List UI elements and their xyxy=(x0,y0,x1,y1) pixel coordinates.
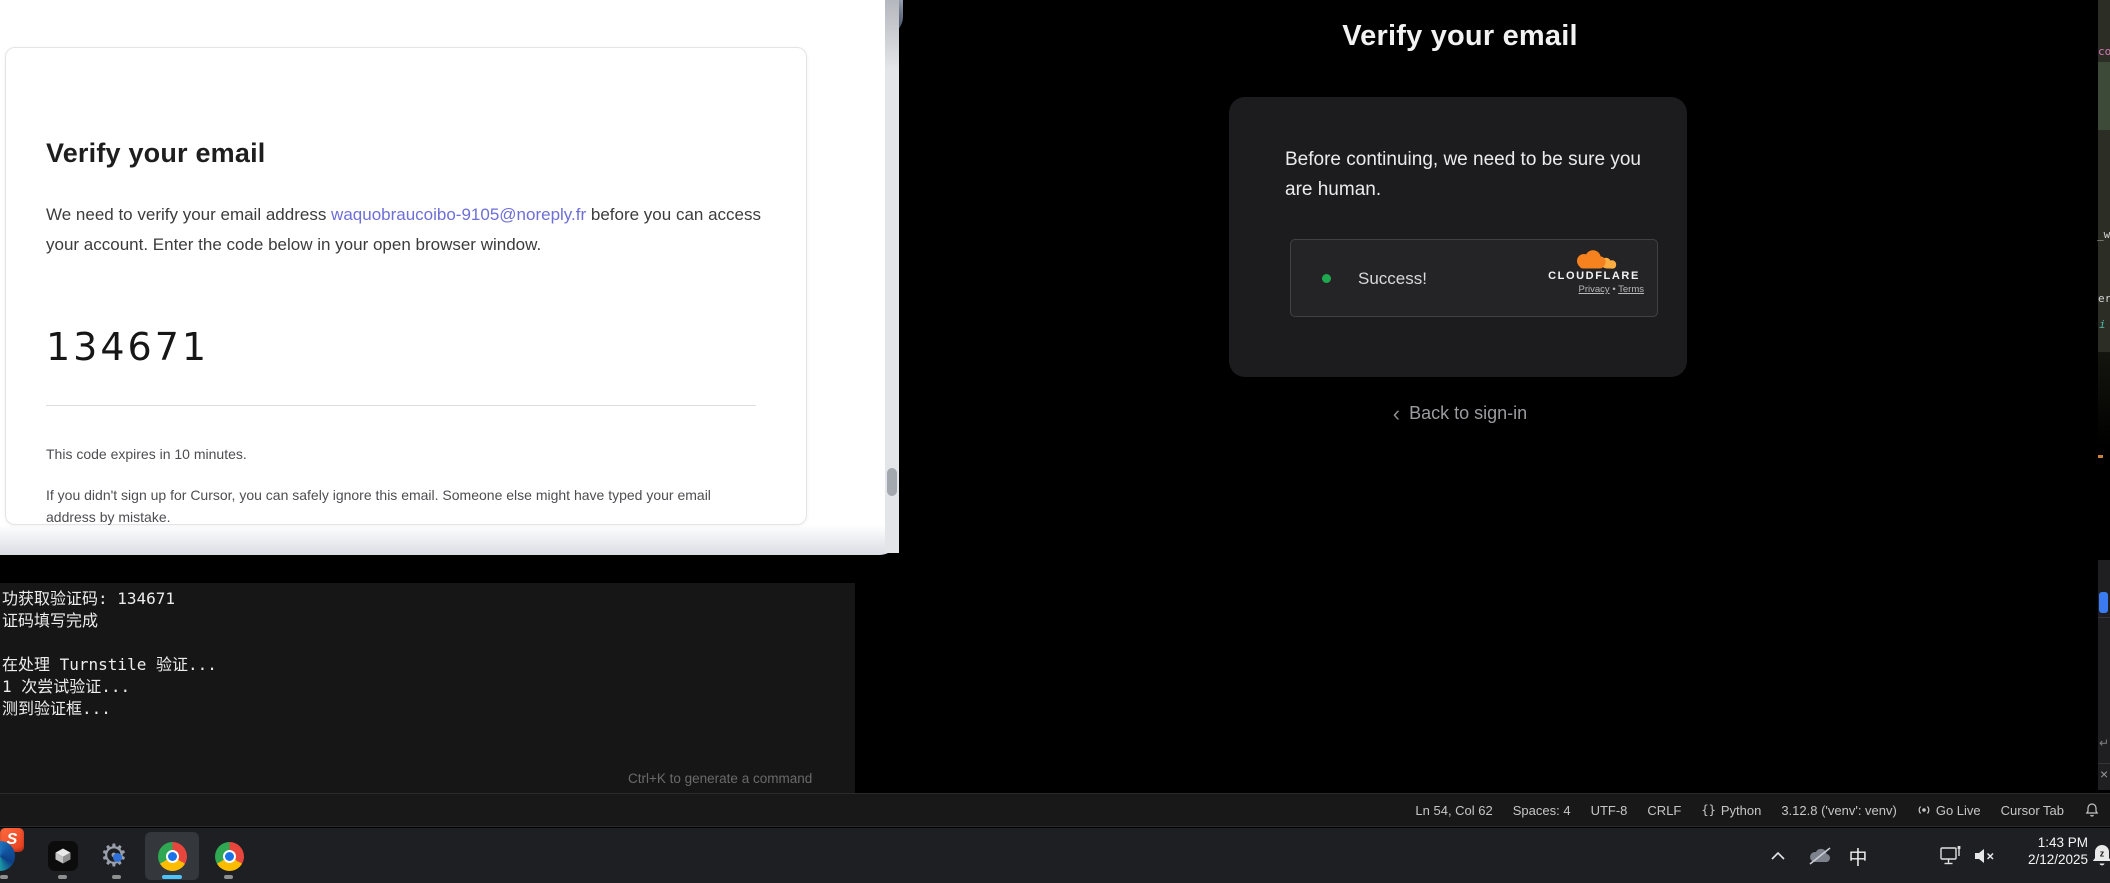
terminal-line: 测到验证框... xyxy=(2,698,855,720)
chrome-active-button[interactable] xyxy=(145,832,199,880)
bell-sleep-icon: z xyxy=(2089,842,2110,868)
language-label: Python xyxy=(1721,803,1761,818)
close-icon[interactable]: × xyxy=(2100,766,2108,782)
cloudflare-turnstile-widget: Success! CLOUDFLARE Privacy • Terms xyxy=(1290,239,1658,317)
desktop-screen: Verify your email We need to verify your… xyxy=(0,0,2110,883)
terminal-line: 证码填写完成 xyxy=(2,610,855,632)
email-footer-note: If you didn't sign up for Cursor, you ca… xyxy=(46,484,736,528)
terminal-line xyxy=(2,632,855,654)
notifications-bell-button[interactable] xyxy=(2074,802,2104,818)
chrome-active-indicator xyxy=(162,875,182,879)
chrome2-running-indicator xyxy=(224,875,233,879)
settings-app-icon[interactable]: ⚙ xyxy=(100,837,134,875)
speaker-mute-icon xyxy=(1973,847,1997,865)
monitor-pen-icon xyxy=(1939,845,1965,867)
email-scrollbar-thumb[interactable] xyxy=(887,468,897,496)
bell-icon xyxy=(2084,802,2100,818)
verify-page-title: Verify your email xyxy=(1230,20,1690,53)
terminal-line: 功获取验证码: 134671 xyxy=(2,588,855,610)
terminal-line: 1 次尝试验证... xyxy=(2,676,855,698)
email-body-before: We need to verify your email address xyxy=(46,205,331,224)
broadcast-icon xyxy=(1917,803,1931,817)
privacy-link[interactable]: Privacy xyxy=(1579,284,1610,295)
code-fragment: er xyxy=(2098,292,2110,305)
chevron-left-icon: ‹ xyxy=(1393,401,1400,426)
svg-text:z: z xyxy=(2100,849,2105,859)
clock-time: 1:43 PM xyxy=(2028,835,2088,852)
turnstile-links: Privacy • Terms xyxy=(1544,284,1644,295)
back-to-signin-link[interactable]: ‹ Back to sign-in xyxy=(1230,401,1690,427)
ctrl-k-hint: Ctrl+K to generate a command xyxy=(628,771,812,786)
encoding-indicator[interactable]: UTF-8 xyxy=(1581,803,1638,818)
panel-divider xyxy=(2098,617,2110,618)
code-fragment: co xyxy=(2098,45,2110,58)
verification-code: 134671 xyxy=(46,325,209,369)
display-cast-icon[interactable] xyxy=(1936,843,1968,869)
cursor-tab-indicator[interactable]: Cursor Tab xyxy=(1991,803,2074,818)
email-preview-window: Verify your email We need to verify your… xyxy=(0,0,899,555)
panel-button-edge[interactable] xyxy=(2099,592,2108,613)
back-to-signin-label: Back to sign-in xyxy=(1409,403,1527,423)
chevron-up-icon xyxy=(1770,850,1786,862)
chrome-icon xyxy=(158,842,187,871)
eol-indicator[interactable]: CRLF xyxy=(1637,803,1691,818)
window-bottom-fade xyxy=(0,525,899,555)
indent-indicator[interactable]: Spaces: 4 xyxy=(1503,803,1581,818)
go-live-label: Go Live xyxy=(1936,803,1981,818)
code-fragment: _w xyxy=(2097,228,2110,241)
email-scrollbar-track[interactable] xyxy=(885,0,899,553)
cube-icon xyxy=(53,846,73,866)
terminal-line: 在处理 Turnstile 验证... xyxy=(2,654,855,676)
cursor-app-icon[interactable] xyxy=(48,841,78,871)
email-body: We need to verify your email address waq… xyxy=(46,200,761,259)
status-bar: Ln 54, Col 62 Spaces: 4 UTF-8 CRLF {} Pyt… xyxy=(0,793,2110,827)
editor-marker xyxy=(2098,455,2103,458)
chrome-core xyxy=(168,852,177,861)
turnstile-status: Success! xyxy=(1358,269,1427,289)
code-fragment: i xyxy=(2099,318,2106,331)
terminal-panel[interactable]: 功获取验证码: 134671 证码填写完成 在处理 Turnstile 验证..… xyxy=(0,583,855,793)
link-separator: • xyxy=(1612,284,1615,295)
chrome-window2-icon[interactable] xyxy=(215,842,244,871)
onedrive-offline-icon[interactable] xyxy=(1804,844,1836,868)
cloudflare-brand-block: CLOUDFLARE Privacy • Terms xyxy=(1544,250,1644,295)
cloud-slash-icon xyxy=(1806,846,1834,866)
language-mode-indicator[interactable]: {} Python xyxy=(1691,803,1771,818)
go-live-button[interactable]: Go Live xyxy=(1907,803,1991,818)
clock[interactable]: 1:43 PM 2/12/2025 xyxy=(2028,835,2088,868)
cursor-position-indicator[interactable]: Ln 54, Col 62 xyxy=(1405,803,1502,818)
input-method-indicator[interactable]: 中 xyxy=(1845,842,1871,870)
cursor-running-indicator xyxy=(58,875,67,879)
terms-link[interactable]: Terms xyxy=(1618,284,1644,295)
email-address-link[interactable]: waquobraucoibo-9105@noreply.fr xyxy=(331,205,586,224)
volume-button[interactable] xyxy=(1970,845,2000,867)
notification-center-button[interactable]: z xyxy=(2089,842,2110,873)
braces-icon: {} xyxy=(1701,803,1715,817)
settings-running-indicator xyxy=(112,875,121,879)
chinese-mode-glyph: 中 xyxy=(1848,843,1867,870)
gear-center-dot xyxy=(113,853,122,862)
return-key-icon: ↵ xyxy=(2099,736,2109,750)
python-interpreter-indicator[interactable]: 3.12.8 ('venv': venv) xyxy=(1771,803,1907,818)
tray-expand-button[interactable] xyxy=(1766,845,1790,867)
human-check-prompt: Before continuing, we need to be sure yo… xyxy=(1285,145,1647,205)
cloudflare-cloud-icon xyxy=(1570,250,1618,272)
verify-card: Before continuing, we need to be sure yo… xyxy=(1229,97,1687,377)
clock-date: 2/12/2025 xyxy=(2028,852,2088,869)
panel-divider xyxy=(2098,763,2110,764)
email-card: Verify your email We need to verify your… xyxy=(5,47,807,525)
cloudflare-wordmark: CLOUDFLARE xyxy=(1544,270,1644,282)
chrome-core xyxy=(225,852,234,861)
email-title: Verify your email xyxy=(46,138,266,169)
success-dot-icon xyxy=(1322,274,1331,283)
edge-running-indicator xyxy=(0,875,8,879)
code-expiry-note: This code expires in 10 minutes. xyxy=(46,446,247,462)
editor-selection-strip xyxy=(2098,62,2110,130)
divider xyxy=(46,405,756,406)
taskbar: ⚙ 中 S xyxy=(0,827,2110,883)
